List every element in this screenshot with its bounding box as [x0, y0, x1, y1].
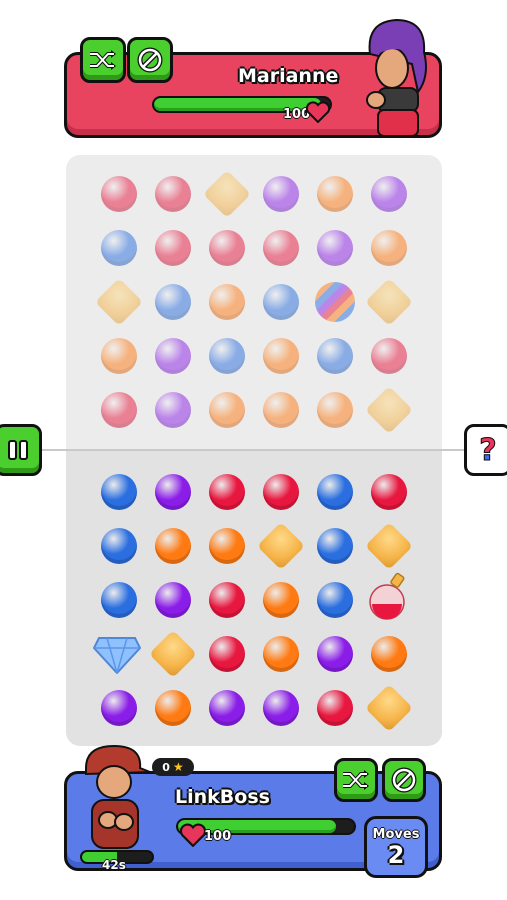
- star-count: 0: [162, 760, 170, 774]
- no-entry-icon: [137, 47, 163, 73]
- blue-gem[interactable]: [317, 528, 353, 564]
- orange-gem[interactable]: [263, 582, 299, 618]
- orange-gem[interactable]: [263, 338, 299, 374]
- orange-gem[interactable]: [155, 690, 191, 726]
- red-gem[interactable]: [317, 690, 353, 726]
- orange-gem[interactable]: [317, 176, 353, 212]
- player-hp-value: 100: [204, 829, 232, 844]
- blue-gem[interactable]: [317, 338, 353, 374]
- board-divider: [0, 449, 507, 451]
- blue-gem[interactable]: [317, 582, 353, 618]
- orange-gem[interactable]: [371, 230, 407, 266]
- blue-gem[interactable]: [101, 230, 137, 266]
- orange-gem[interactable]: [317, 392, 353, 428]
- blue-gem[interactable]: [209, 338, 245, 374]
- red-gem[interactable]: [209, 582, 245, 618]
- star-icon: ★: [172, 760, 184, 774]
- red-gem[interactable]: [209, 636, 245, 672]
- blue-gem[interactable]: [101, 474, 137, 510]
- red-gem[interactable]: [101, 392, 137, 428]
- purple-gem[interactable]: [101, 690, 137, 726]
- turn-timer: 42s: [102, 858, 126, 872]
- no-entry-icon: [391, 767, 417, 793]
- blue-gem[interactable]: [317, 474, 353, 510]
- orange-gem[interactable]: [209, 528, 245, 564]
- pause-icon: [8, 440, 28, 460]
- player-avatar: [85, 744, 151, 849]
- shuffle-icon: [90, 50, 116, 70]
- orange-gem[interactable]: [155, 528, 191, 564]
- moves-label: Moves: [372, 826, 420, 842]
- question-icon: ?: [479, 432, 497, 468]
- red-gem[interactable]: [371, 338, 407, 374]
- purple-gem[interactable]: [263, 690, 299, 726]
- help-button[interactable]: ?: [464, 424, 507, 476]
- purple-gem[interactable]: [317, 636, 353, 672]
- blue-gem[interactable]: [155, 284, 191, 320]
- player-shuffle-button[interactable]: [334, 758, 378, 802]
- purple-gem[interactable]: [155, 338, 191, 374]
- opponent-name: Marianne: [238, 65, 339, 87]
- player-name: LinkBoss: [175, 786, 270, 808]
- opponent-shuffle-button[interactable]: [80, 37, 126, 83]
- player-block-button[interactable]: [382, 758, 426, 802]
- heart-icon: [180, 823, 206, 847]
- purple-gem[interactable]: [155, 392, 191, 428]
- red-gem[interactable]: [263, 230, 299, 266]
- purple-gem[interactable]: [263, 176, 299, 212]
- potion-gem[interactable]: [367, 570, 409, 622]
- red-gem[interactable]: [263, 474, 299, 510]
- star-counter: 0 ★: [152, 758, 194, 776]
- red-gem[interactable]: [209, 474, 245, 510]
- orange-gem[interactable]: [263, 636, 299, 672]
- shuffle-icon: [343, 770, 369, 790]
- opponent-avatar: [366, 18, 427, 137]
- heart-icon: [306, 101, 330, 123]
- blue-gem[interactable]: [101, 528, 137, 564]
- moves-value: 2: [387, 840, 405, 869]
- orange-gem[interactable]: [101, 338, 137, 374]
- red-gem[interactable]: [209, 230, 245, 266]
- red-gem[interactable]: [155, 230, 191, 266]
- purple-gem[interactable]: [371, 176, 407, 212]
- purple-gem[interactable]: [317, 230, 353, 266]
- moves-counter: Moves 2: [364, 816, 428, 878]
- purple-gem[interactable]: [155, 582, 191, 618]
- crystal-gem[interactable]: [93, 634, 141, 674]
- orange-gem[interactable]: [209, 284, 245, 320]
- opponent-block-button[interactable]: [127, 37, 173, 83]
- orange-gem[interactable]: [263, 392, 299, 428]
- red-gem[interactable]: [101, 176, 137, 212]
- red-gem[interactable]: [155, 176, 191, 212]
- pause-button[interactable]: [0, 424, 42, 476]
- purple-gem[interactable]: [155, 474, 191, 510]
- red-gem[interactable]: [371, 474, 407, 510]
- rainbow-bomb-gem[interactable]: [315, 282, 355, 322]
- blue-gem[interactable]: [263, 284, 299, 320]
- orange-gem[interactable]: [371, 636, 407, 672]
- orange-gem[interactable]: [209, 392, 245, 428]
- blue-gem[interactable]: [101, 582, 137, 618]
- purple-gem[interactable]: [209, 690, 245, 726]
